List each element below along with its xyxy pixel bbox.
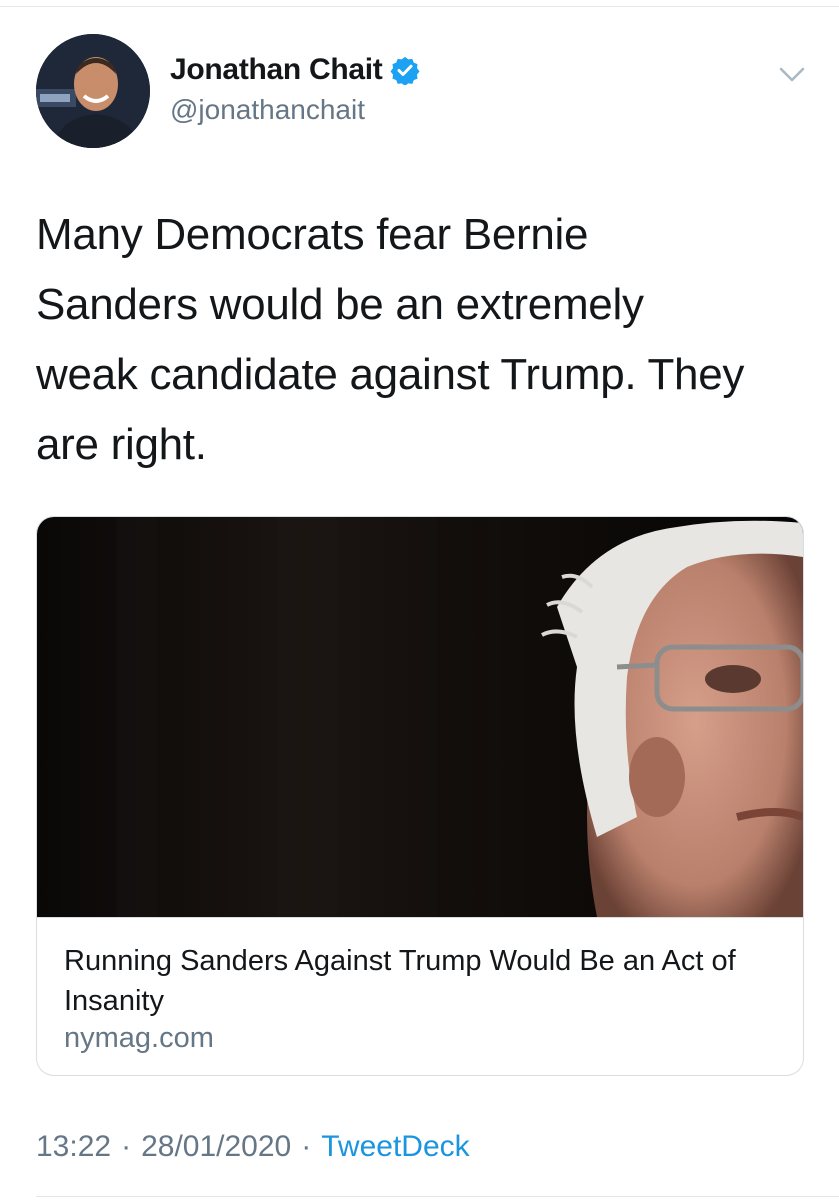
tweet-time[interactable]: 13:22 xyxy=(36,1130,111,1164)
tweet-meta: 13:22 · 28/01/2020 · TweetDeck xyxy=(36,1130,470,1164)
avatar[interactable] xyxy=(36,34,150,148)
verified-badge-icon xyxy=(390,56,420,85)
link-card[interactable]: Running Sanders Against Trump Would Be a… xyxy=(36,516,804,1076)
card-domain: nymag.com xyxy=(64,1022,214,1054)
card-photo xyxy=(37,517,803,917)
card-title[interactable]: Running Sanders Against Trump Would Be a… xyxy=(64,941,774,1021)
avatar-photo xyxy=(36,34,150,148)
meta-separator: · xyxy=(301,1130,312,1163)
tweet-author[interactable]: Jonathan Chait @jonathanchait xyxy=(170,50,420,126)
meta-separator: · xyxy=(121,1130,132,1163)
tweet-source-link[interactable]: TweetDeck xyxy=(321,1130,469,1164)
author-handle[interactable]: @jonathanchait xyxy=(170,94,420,126)
author-display-name[interactable]: Jonathan Chait xyxy=(170,53,383,87)
author-name-row: Jonathan Chait xyxy=(170,50,420,90)
card-image xyxy=(37,517,803,917)
tweet-text: Many Democrats fear Bernie Sanders would… xyxy=(36,210,745,469)
top-divider xyxy=(0,6,839,7)
bottom-divider xyxy=(36,1196,839,1197)
tweet-date[interactable]: 28/01/2020 xyxy=(141,1130,291,1164)
chevron-down-icon[interactable] xyxy=(776,58,808,90)
card-divider xyxy=(37,917,803,918)
